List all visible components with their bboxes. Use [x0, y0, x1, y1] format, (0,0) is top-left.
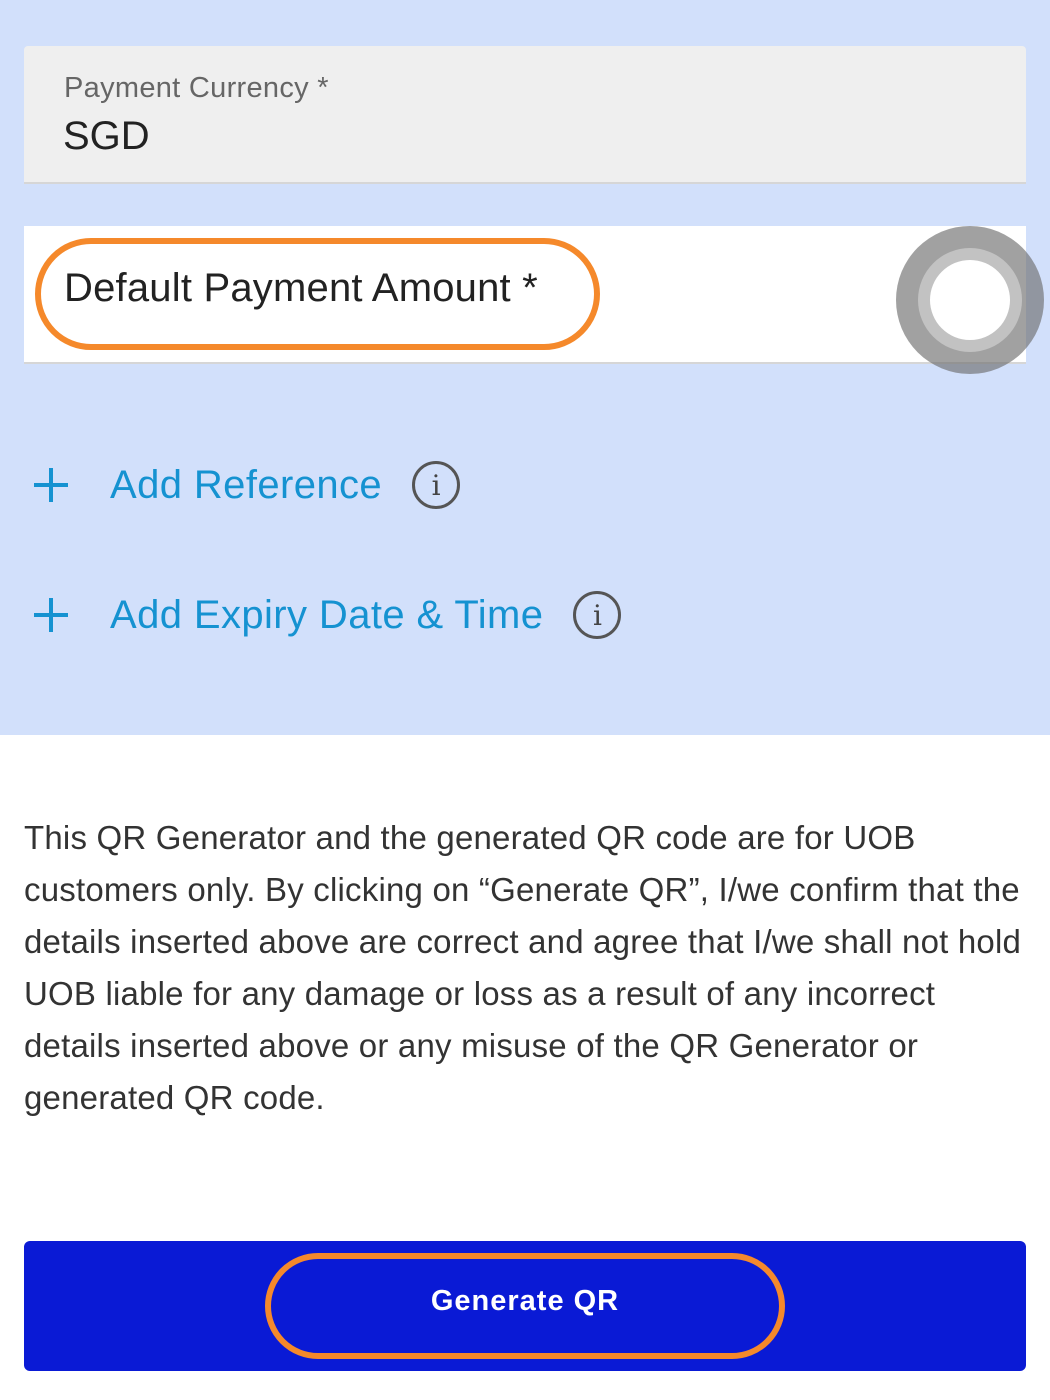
form-area: Payment Currency * SGD Default Payment A…: [0, 0, 1050, 735]
add-expiry-button[interactable]: Add Expiry Date & Time i: [30, 580, 622, 650]
plus-icon: [30, 465, 70, 505]
info-icon[interactable]: i: [573, 591, 622, 639]
plus-icon: [30, 595, 70, 635]
default-payment-amount-field[interactable]: Default Payment Amount *: [24, 226, 1026, 364]
payment-currency-label: Payment Currency *: [64, 72, 329, 104]
add-reference-label: Add Reference: [110, 462, 383, 507]
add-expiry-label: Add Expiry Date & Time: [110, 592, 544, 637]
add-reference-button[interactable]: Add Reference i: [30, 450, 461, 520]
payment-currency-field[interactable]: Payment Currency * SGD: [24, 46, 1026, 184]
payment-currency-value: SGD: [63, 114, 150, 158]
touch-indicator: [896, 226, 1044, 374]
generate-qr-button[interactable]: Generate QR: [24, 1241, 1026, 1371]
info-icon[interactable]: i: [412, 461, 461, 509]
default-payment-amount-label: Default Payment Amount *: [64, 266, 538, 310]
generate-qr-label: Generate QR: [430, 1285, 620, 1317]
disclaimer-text: This QR Generator and the generated QR c…: [24, 819, 1022, 1116]
